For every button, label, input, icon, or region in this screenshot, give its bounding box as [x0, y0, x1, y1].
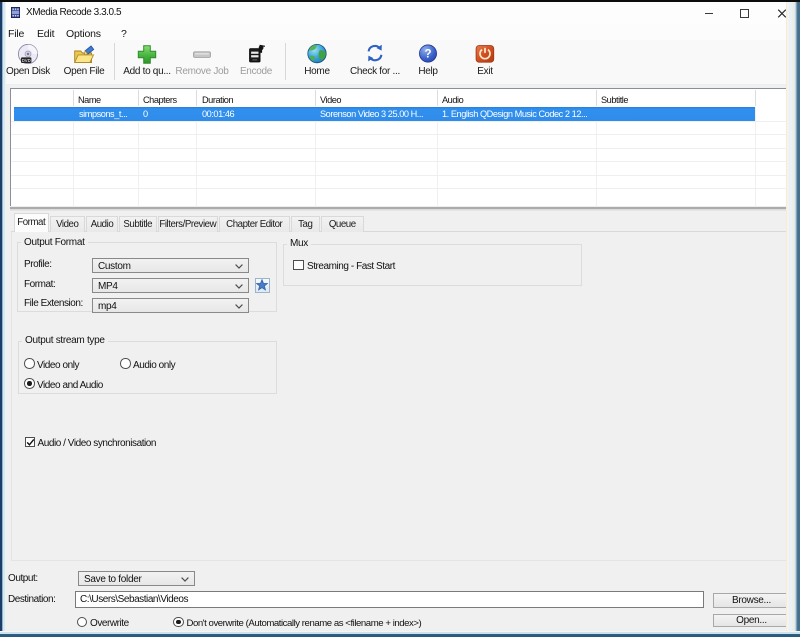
svg-text:?: ?	[424, 49, 431, 61]
svg-text:DVD: DVD	[22, 58, 31, 63]
